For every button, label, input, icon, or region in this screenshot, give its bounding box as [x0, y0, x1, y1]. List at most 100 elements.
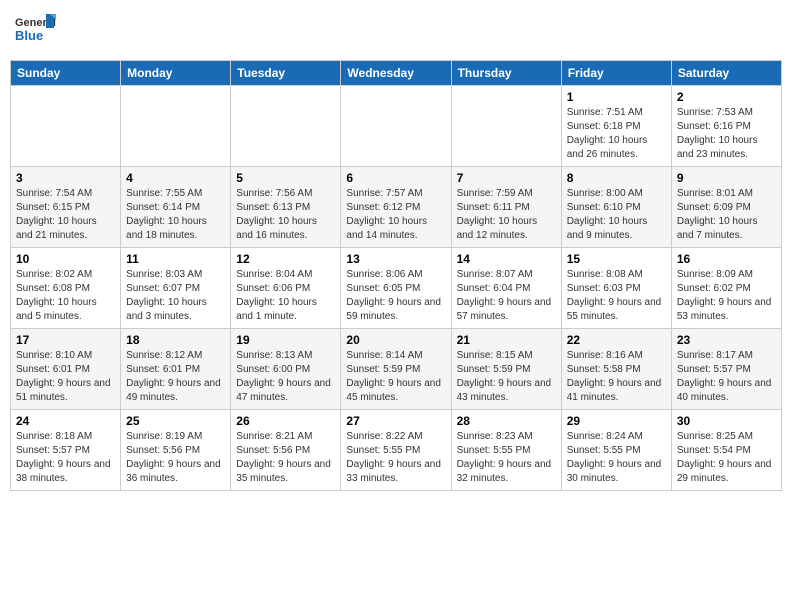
- day-number: 20: [346, 333, 445, 347]
- calendar-day-cell: [231, 86, 341, 167]
- day-info: Sunrise: 8:00 AM Sunset: 6:10 PM Dayligh…: [567, 187, 666, 243]
- calendar-day-cell: 22Sunrise: 8:16 AM Sunset: 5:58 PM Dayli…: [561, 329, 671, 410]
- day-info: Sunrise: 8:03 AM Sunset: 6:07 PM Dayligh…: [126, 268, 225, 324]
- calendar-week-row: 3 Sunrise: 7:54 AM Sunset: 6:15 PM Daylig…: [11, 167, 782, 248]
- calendar-day-cell: [341, 86, 451, 167]
- calendar-body: 1 Sunrise: 7:51 AM Sunset: 6:18 PM Daylig…: [11, 86, 782, 491]
- day-number: 18: [126, 333, 225, 347]
- day-info: Sunrise: 7:54 AM Sunset: 6:15 PM Dayligh…: [16, 187, 115, 243]
- day-number: 5: [236, 171, 335, 185]
- calendar-day-cell: 30 Sunrise: 8:25 AM Sunset: 5:54 PM Dayli…: [671, 410, 781, 491]
- day-number: 24: [16, 414, 115, 428]
- day-number: 3: [16, 171, 115, 185]
- day-info: Sunrise: 8:24 AM Sunset: 5:55 PM Dayligh…: [567, 430, 666, 486]
- calendar-day-cell: 17 Sunrise: 8:10 AM Sunset: 6:01 PM Dayli…: [11, 329, 121, 410]
- calendar-day-cell: 19 Sunrise: 8:13 AM Sunset: 6:00 PM Dayli…: [231, 329, 341, 410]
- day-info: Sunrise: 8:17 AM Sunset: 5:57 PM Dayligh…: [677, 349, 776, 405]
- calendar-week-row: 17 Sunrise: 8:10 AM Sunset: 6:01 PM Dayli…: [11, 329, 782, 410]
- day-number: 12: [236, 252, 335, 266]
- calendar-day-cell: 12 Sunrise: 8:04 AM Sunset: 6:06 PM Dayli…: [231, 248, 341, 329]
- calendar-week-row: 10 Sunrise: 8:02 AM Sunset: 6:08 PM Dayli…: [11, 248, 782, 329]
- day-number: 14: [457, 252, 556, 266]
- calendar-day-cell: 3 Sunrise: 7:54 AM Sunset: 6:15 PM Daylig…: [11, 167, 121, 248]
- day-number: 23: [677, 333, 776, 347]
- calendar-day-cell: [121, 86, 231, 167]
- day-info: Sunrise: 8:23 AM Sunset: 5:55 PM Dayligh…: [457, 430, 556, 486]
- day-info: Sunrise: 8:25 AM Sunset: 5:54 PM Dayligh…: [677, 430, 776, 486]
- weekday-header-cell: Tuesday: [231, 61, 341, 86]
- weekday-header-cell: Wednesday: [341, 61, 451, 86]
- day-number: 19: [236, 333, 335, 347]
- calendar-day-cell: 5 Sunrise: 7:56 AM Sunset: 6:13 PM Daylig…: [231, 167, 341, 248]
- day-info: Sunrise: 7:56 AM Sunset: 6:13 PM Dayligh…: [236, 187, 335, 243]
- day-info: Sunrise: 8:13 AM Sunset: 6:00 PM Dayligh…: [236, 349, 335, 405]
- calendar-day-cell: 20 Sunrise: 8:14 AM Sunset: 5:59 PM Dayli…: [341, 329, 451, 410]
- day-number: 11: [126, 252, 225, 266]
- page-header: General Blue: [10, 10, 782, 52]
- day-info: Sunrise: 8:04 AM Sunset: 6:06 PM Dayligh…: [236, 268, 335, 324]
- day-info: Sunrise: 8:14 AM Sunset: 5:59 PM Dayligh…: [346, 349, 445, 405]
- calendar-day-cell: 14Sunrise: 8:07 AM Sunset: 6:04 PM Dayli…: [451, 248, 561, 329]
- day-info: Sunrise: 7:55 AM Sunset: 6:14 PM Dayligh…: [126, 187, 225, 243]
- calendar-day-cell: 4 Sunrise: 7:55 AM Sunset: 6:14 PM Daylig…: [121, 167, 231, 248]
- day-number: 17: [16, 333, 115, 347]
- calendar-day-cell: 8 Sunrise: 8:00 AM Sunset: 6:10 PM Daylig…: [561, 167, 671, 248]
- calendar-day-cell: 9 Sunrise: 8:01 AM Sunset: 6:09 PM Daylig…: [671, 167, 781, 248]
- day-info: Sunrise: 7:51 AM Sunset: 6:18 PM Dayligh…: [567, 106, 666, 162]
- day-number: 29: [567, 414, 666, 428]
- calendar-day-cell: 21 Sunrise: 8:15 AM Sunset: 5:59 PM Dayli…: [451, 329, 561, 410]
- day-number: 30: [677, 414, 776, 428]
- day-info: Sunrise: 8:12 AM Sunset: 6:01 PM Dayligh…: [126, 349, 225, 405]
- calendar-day-cell: 28 Sunrise: 8:23 AM Sunset: 5:55 PM Dayli…: [451, 410, 561, 491]
- calendar-day-cell: [11, 86, 121, 167]
- day-info: Sunrise: 7:57 AM Sunset: 6:12 PM Dayligh…: [346, 187, 445, 243]
- day-info: Sunrise: 8:08 AM Sunset: 6:03 PM Dayligh…: [567, 268, 666, 324]
- calendar-day-cell: 24Sunrise: 8:18 AM Sunset: 5:57 PM Dayli…: [11, 410, 121, 491]
- day-number: 2: [677, 90, 776, 104]
- calendar-day-cell: 15 Sunrise: 8:08 AM Sunset: 6:03 PM Dayli…: [561, 248, 671, 329]
- day-number: 8: [567, 171, 666, 185]
- day-info: Sunrise: 8:21 AM Sunset: 5:56 PM Dayligh…: [236, 430, 335, 486]
- day-info: Sunrise: 8:15 AM Sunset: 5:59 PM Dayligh…: [457, 349, 556, 405]
- calendar-table: SundayMondayTuesdayWednesdayThursdayFrid…: [10, 60, 782, 491]
- calendar-day-cell: 23 Sunrise: 8:17 AM Sunset: 5:57 PM Dayli…: [671, 329, 781, 410]
- logo: General Blue: [14, 10, 56, 52]
- day-info: Sunrise: 8:06 AM Sunset: 6:05 PM Dayligh…: [346, 268, 445, 324]
- day-number: 21: [457, 333, 556, 347]
- calendar-day-cell: 1 Sunrise: 7:51 AM Sunset: 6:18 PM Daylig…: [561, 86, 671, 167]
- day-number: 15: [567, 252, 666, 266]
- day-info: Sunrise: 7:59 AM Sunset: 6:11 PM Dayligh…: [457, 187, 556, 243]
- day-info: Sunrise: 8:19 AM Sunset: 5:56 PM Dayligh…: [126, 430, 225, 486]
- calendar-day-cell: 18 Sunrise: 8:12 AM Sunset: 6:01 PM Dayli…: [121, 329, 231, 410]
- day-number: 9: [677, 171, 776, 185]
- day-number: 13: [346, 252, 445, 266]
- day-number: 27: [346, 414, 445, 428]
- weekday-header-cell: Monday: [121, 61, 231, 86]
- calendar-week-row: 1 Sunrise: 7:51 AM Sunset: 6:18 PM Daylig…: [11, 86, 782, 167]
- day-info: Sunrise: 8:22 AM Sunset: 5:55 PM Dayligh…: [346, 430, 445, 486]
- day-number: 1: [567, 90, 666, 104]
- day-info: Sunrise: 8:10 AM Sunset: 6:01 PM Dayligh…: [16, 349, 115, 405]
- day-info: Sunrise: 8:01 AM Sunset: 6:09 PM Dayligh…: [677, 187, 776, 243]
- calendar-week-row: 24Sunrise: 8:18 AM Sunset: 5:57 PM Dayli…: [11, 410, 782, 491]
- calendar-day-cell: 26Sunrise: 8:21 AM Sunset: 5:56 PM Dayli…: [231, 410, 341, 491]
- weekday-header-cell: Sunday: [11, 61, 121, 86]
- calendar-day-cell: 6 Sunrise: 7:57 AM Sunset: 6:12 PM Daylig…: [341, 167, 451, 248]
- svg-text:Blue: Blue: [15, 28, 43, 43]
- day-number: 4: [126, 171, 225, 185]
- day-info: Sunrise: 8:02 AM Sunset: 6:08 PM Dayligh…: [16, 268, 115, 324]
- calendar-day-cell: 2 Sunrise: 7:53 AM Sunset: 6:16 PM Daylig…: [671, 86, 781, 167]
- calendar-day-cell: 10 Sunrise: 8:02 AM Sunset: 6:08 PM Dayli…: [11, 248, 121, 329]
- day-number: 16: [677, 252, 776, 266]
- day-info: Sunrise: 7:53 AM Sunset: 6:16 PM Dayligh…: [677, 106, 776, 162]
- calendar-day-cell: 16Sunrise: 8:09 AM Sunset: 6:02 PM Dayli…: [671, 248, 781, 329]
- weekday-header-row: SundayMondayTuesdayWednesdayThursdayFrid…: [11, 61, 782, 86]
- day-number: 6: [346, 171, 445, 185]
- day-number: 22: [567, 333, 666, 347]
- day-number: 28: [457, 414, 556, 428]
- day-number: 10: [16, 252, 115, 266]
- logo-svg: General Blue: [14, 10, 56, 52]
- calendar-day-cell: 7Sunrise: 7:59 AM Sunset: 6:11 PM Daylig…: [451, 167, 561, 248]
- day-number: 25: [126, 414, 225, 428]
- calendar-day-cell: 27 Sunrise: 8:22 AM Sunset: 5:55 PM Dayli…: [341, 410, 451, 491]
